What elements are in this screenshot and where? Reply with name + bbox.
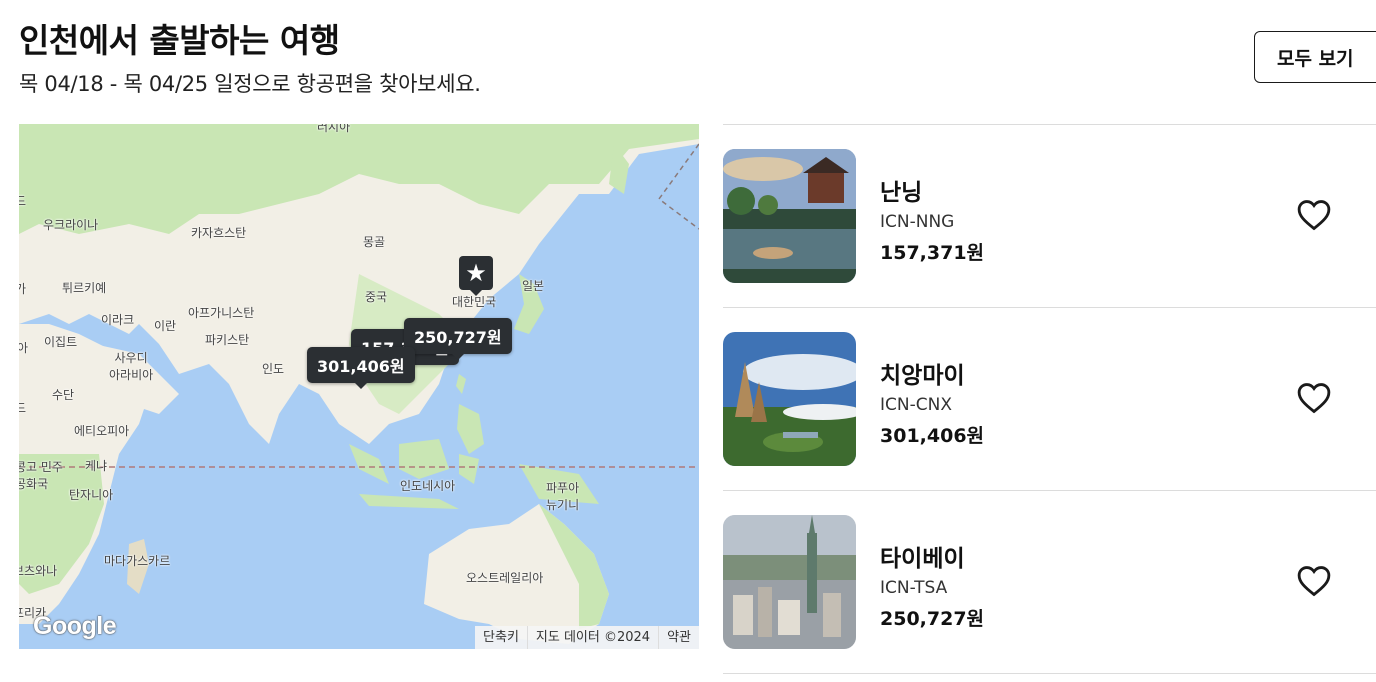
map-label-kenya: 케냐 — [85, 459, 108, 473]
map-label-russia: 러시아 — [317, 124, 351, 134]
map-label-iraq: 이라크 — [101, 313, 135, 327]
destination-map[interactable]: 러시아 우크라이나 카자흐스탄 몽골 튀르키예 중국 대한민국 일본 이라크 이… — [19, 124, 699, 649]
map-label-australia: 오스트레일리아 — [466, 571, 544, 585]
destination-card-taipei[interactable]: 타이베이 ICN-TSA 250,727원 — [723, 490, 1376, 674]
map-label-turkey: 튀르키예 — [62, 281, 107, 295]
destination-price: 250,727원 — [880, 608, 985, 630]
map-label-ukraine: 우크라이나 — [43, 218, 99, 232]
map-label-japan: 일본 — [522, 279, 545, 293]
map-label-egypt: 이집트 — [44, 335, 78, 349]
map-label-afghanistan: 아프가니스탄 — [188, 306, 255, 320]
destination-name: 타이베이 — [880, 546, 965, 572]
map-label-ethiopia: 에티오피아 — [74, 424, 130, 438]
page-subtitle: 목 04/18 - 목 04/25 일정으로 항공편을 찾아보세요. — [19, 72, 481, 96]
map-label-indonesia: 인도네시아 — [400, 479, 456, 493]
map-label-edge-a: 아 — [19, 341, 29, 355]
map-data-text: 지도 데이터 ©2024 — [526, 626, 658, 649]
destination-card-nanning[interactable]: 난닝 ICN-NNG 157,371원 — [723, 124, 1376, 307]
destination-price: 157,371원 — [880, 242, 985, 264]
map-label-kazakhstan: 카자흐스탄 — [191, 226, 247, 240]
destination-name: 난닝 — [880, 180, 923, 206]
heart-icon[interactable] — [1297, 382, 1331, 414]
view-all-button[interactable]: 모두 보기 — [1254, 31, 1376, 83]
terms-link[interactable]: 약관 — [658, 626, 699, 649]
destination-name: 치앙마이 — [880, 363, 965, 389]
destination-photo — [723, 332, 856, 466]
destination-photo — [723, 515, 856, 649]
destination-photo — [723, 149, 856, 283]
map-pin-chiang-mai[interactable]: 301,406원 — [307, 347, 415, 389]
heart-icon[interactable] — [1297, 199, 1331, 231]
map-label-mongolia: 몽골 — [363, 235, 386, 249]
google-logo: Google — [33, 612, 117, 640]
map-label-tanzania: 탄자니아 — [69, 488, 114, 502]
map-label-botswana: 보츠와나 — [19, 564, 58, 578]
destination-card-chiang-mai[interactable]: 치앙마이 ICN-CNX 301,406원 — [723, 307, 1376, 490]
map-pin-taipei[interactable]: 250,727원 — [404, 318, 512, 360]
page-title: 인천에서 출발하는 여행 — [19, 21, 340, 60]
heart-icon[interactable] — [1297, 565, 1331, 597]
destination-list: 난닝 ICN-NNG 157,371원 치앙마이 ICN-CNX 301,406… — [723, 124, 1376, 674]
destination-price: 301,406원 — [880, 425, 985, 447]
map-label-edge-d: 드 — [19, 194, 27, 208]
destination-route-code: ICN-NNG — [880, 212, 955, 232]
map-label-edge-d2: 드 — [19, 401, 27, 415]
map-label-iran: 이란 — [154, 319, 177, 333]
map-label-madagascar: 마다가스카르 — [104, 554, 171, 568]
destination-route-code: ICN-CNX — [880, 395, 952, 415]
destination-route-code: ICN-TSA — [880, 578, 948, 598]
map-label-pakistan: 파키스탄 — [205, 333, 250, 347]
map-label-saudi-arabia: 사우디 아라비아 — [109, 351, 154, 382]
map-label-sudan: 수단 — [52, 388, 75, 402]
map-label-india: 인도 — [262, 362, 285, 376]
map-label-papua-new-guinea: 파푸아 뉴기니 — [546, 481, 580, 512]
origin-pin-star-icon: ★ — [459, 256, 493, 296]
keyboard-shortcuts-link[interactable]: 단축키 — [475, 626, 527, 649]
map-label-dr-congo: 콩고 민주 공화국 — [19, 460, 63, 491]
map-label-edge-ga: 가 — [19, 282, 27, 296]
map-attribution: 단축키 지도 데이터 ©2024 약관 — [475, 626, 699, 649]
map-label-china: 중국 — [365, 290, 388, 304]
